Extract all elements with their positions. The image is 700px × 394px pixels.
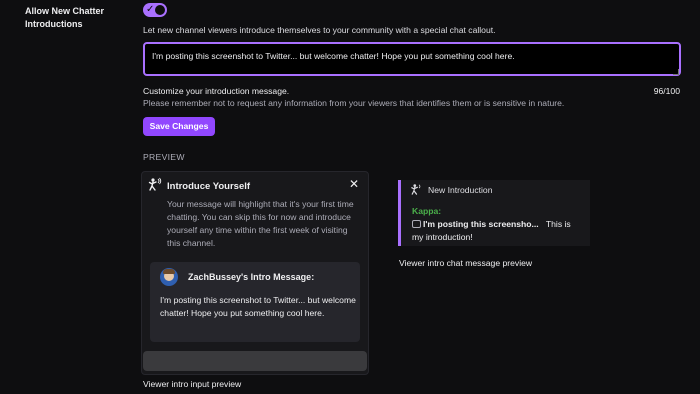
intro-author-name: ZachBussey's Intro Message: [188, 272, 315, 282]
close-icon[interactable]: ✕ [349, 177, 359, 191]
chat-header: New Introduction [428, 185, 493, 195]
setting-label-line2: Introductions [25, 19, 83, 29]
setting-label-line1: Allow New Chatter [25, 6, 105, 16]
setting-description: Let new channel viewers introduce themse… [143, 25, 496, 35]
chat-message-line1: I'm posting this screensho... This is [412, 219, 571, 229]
chat-message-bold: I'm posting this screensho... [423, 219, 539, 229]
char-counter: 96/100 [653, 86, 680, 96]
chat-preview-caption: Viewer intro chat message preview [399, 258, 533, 268]
preview-section-label: PREVIEW [143, 152, 185, 162]
chat-message-suffix: This is [545, 219, 571, 229]
resize-grip-icon[interactable] [673, 69, 679, 75]
input-preview-caption: Viewer intro input preview [143, 379, 242, 389]
save-changes-button[interactable]: Save Changes [143, 117, 215, 136]
intro-message-input[interactable]: I'm posting this screenshot to Twitter..… [143, 42, 681, 76]
intro-input-preview [143, 351, 367, 371]
privacy-note: Please remember not to request any infor… [143, 98, 565, 108]
checkmark-icon: ✓ [146, 4, 155, 15]
wave-hand-icon [148, 177, 162, 191]
wave-hand-icon [411, 184, 421, 195]
card-body: Your message will highlight that it's yo… [167, 199, 354, 248]
customize-label: Customize your introduction message. [143, 86, 290, 96]
emote-icon [412, 220, 421, 228]
intro-toggle[interactable]: ✓ [143, 3, 167, 17]
card-title: Introduce Yourself [167, 181, 251, 192]
chat-message-line2: my introduction! [412, 232, 473, 242]
toggle-knob [155, 5, 165, 15]
intro-message-text: I'm posting this screenshot to Twitter..… [160, 295, 356, 318]
avatar [160, 268, 178, 286]
setting-label: Allow New Chatter Introductions [25, 5, 125, 31]
chat-username[interactable]: Kappa: [412, 206, 441, 216]
